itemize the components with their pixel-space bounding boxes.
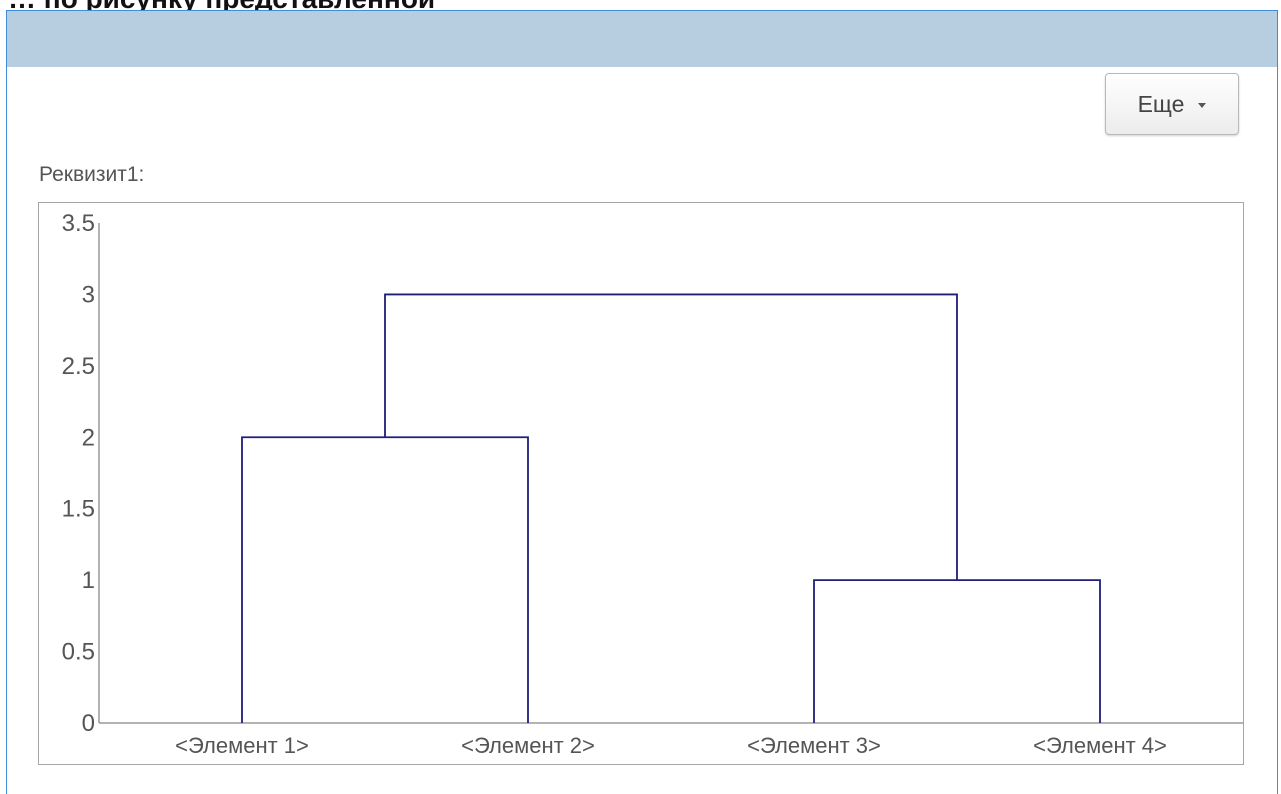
y-tick-label: 2 <box>82 424 95 451</box>
field-label: Реквизит1: <box>39 163 145 186</box>
y-tick-label: 2.5 <box>62 353 95 380</box>
form-header <box>7 11 1277 67</box>
leaf-label: <Элемент 3> <box>747 733 881 758</box>
y-tick-label: 0 <box>82 710 95 737</box>
more-button-label: Еще <box>1137 90 1185 117</box>
dendrogram-branch <box>813 579 1101 723</box>
y-tick-label: 1 <box>82 567 95 594</box>
leaf-label: <Элемент 4> <box>1033 733 1167 758</box>
chevron-down-icon <box>1198 102 1207 108</box>
y-tick-label: 3.5 <box>62 210 95 237</box>
y-tick-label: 1.5 <box>62 496 95 523</box>
more-button[interactable]: Еще <box>1105 73 1239 135</box>
dendrogram-svg: 0 0.5 1 1.5 2 2.5 3 3.5 <Элемент 1> <Элемент 2> <Э… <box>62 210 1243 758</box>
y-tick-label: 3 <box>82 281 95 308</box>
leaf-label: <Элемент 1> <box>175 733 309 758</box>
form-frame: Еще Реквизит1: 0 0.5 1 1.5 2 2.5 3 3.5 <Элемент … <box>6 10 1278 794</box>
leaf-label: <Элемент 2> <box>461 733 595 758</box>
dendrogram-chart: 0 0.5 1 1.5 2 2.5 3 3.5 <Элемент 1> <Элемент 2> <Э… <box>38 202 1244 765</box>
y-tick-label: 0.5 <box>62 639 95 666</box>
dendrogram-branch <box>241 436 529 723</box>
